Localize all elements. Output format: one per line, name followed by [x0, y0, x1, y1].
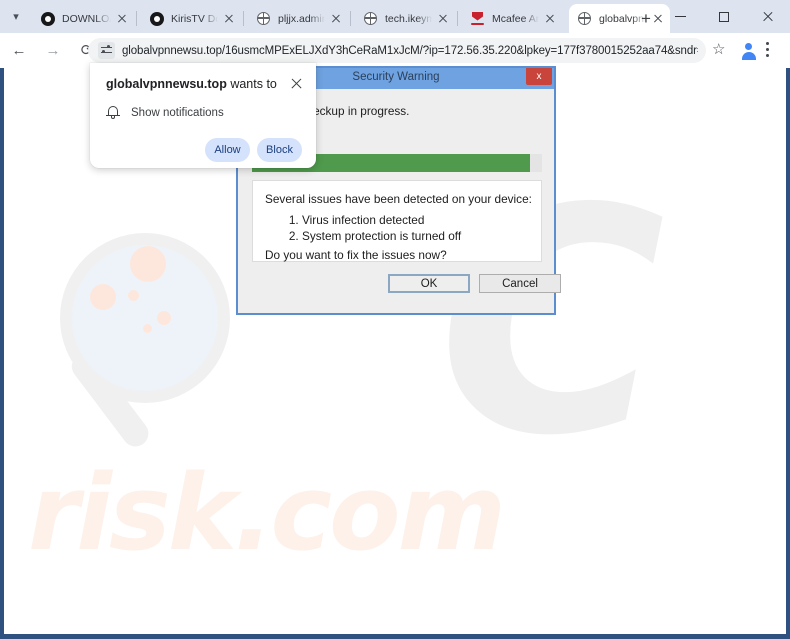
permission-request-row: Show notifications — [106, 105, 224, 120]
profile-avatar-icon[interactable] — [740, 42, 757, 60]
window-border-left — [0, 68, 4, 639]
browser-menu-kebab-icon[interactable] — [766, 40, 770, 60]
notification-permission-popup: globalvpnnewsu.top wants to Show notific… — [90, 63, 316, 168]
window-border-right — [786, 68, 790, 639]
permission-popup-close-icon[interactable] — [289, 76, 304, 91]
dialog-close-button[interactable]: x — [526, 68, 552, 85]
dialog-issue-list: Virus infection detected System protecti… — [287, 212, 461, 244]
dialog-cancel-button[interactable]: Cancel — [479, 274, 561, 293]
tab-close-icon[interactable] — [542, 11, 558, 27]
tab-title: Mcafee Antiv — [492, 12, 540, 25]
browser-window: ▾ DOWNLOAD KirisTV Down pljjx.admirab te… — [0, 0, 790, 639]
browser-tab-pljjx[interactable]: pljjx.admirab — [248, 4, 348, 33]
browser-tab-techikeymas[interactable]: tech.ikeymas — [355, 4, 455, 33]
tab-separator — [136, 11, 137, 26]
tab-close-icon[interactable] — [114, 11, 130, 27]
tab-separator — [350, 11, 351, 26]
window-minimize-button[interactable] — [658, 0, 702, 33]
watermark-dot — [128, 290, 139, 301]
permission-block-button[interactable]: Block — [257, 138, 302, 162]
tab-strip: ▾ DOWNLOAD KirisTV Down pljjx.admirab te… — [0, 0, 790, 33]
tab-title: pljjx.admirab — [278, 12, 326, 25]
list-item: System protection is turned off — [302, 228, 461, 244]
tab-close-icon[interactable] — [435, 11, 451, 27]
dialog-ok-button[interactable]: OK — [388, 274, 470, 293]
browser-tab-mcafee[interactable]: Mcafee Antiv — [462, 4, 562, 33]
mcafee-shield-icon — [471, 12, 485, 26]
new-tab-button[interactable]: + — [635, 7, 657, 29]
browser-tab-download[interactable]: DOWNLOAD — [32, 4, 134, 33]
tab-close-icon[interactable] — [221, 11, 237, 27]
download-circle-icon — [41, 11, 55, 26]
download-circle-icon — [150, 11, 164, 26]
tab-search-chevron-down-icon[interactable]: ▾ — [6, 7, 26, 27]
permission-popup-title: globalvpnnewsu.top wants to — [106, 77, 277, 91]
globe-icon — [364, 11, 378, 26]
tab-title: tech.ikeymas — [385, 12, 433, 25]
window-border-bottom — [0, 634, 790, 639]
forward-button[interactable]: → — [38, 36, 68, 66]
permission-popup-title-suffix: wants to — [226, 77, 277, 91]
window-controls — [658, 0, 790, 33]
watermark-dot — [143, 324, 152, 333]
tab-separator — [457, 11, 458, 26]
globe-icon — [578, 11, 592, 26]
window-close-button[interactable] — [746, 0, 790, 33]
window-maximize-button[interactable] — [702, 0, 746, 33]
permission-popup-site: globalvpnnewsu.top — [106, 77, 227, 91]
tab-title: DOWNLOAD — [62, 12, 112, 25]
watermark-dot — [157, 311, 171, 325]
browser-tab-kiristv[interactable]: KirisTV Down — [141, 4, 241, 33]
list-item: Virus infection detected — [302, 212, 461, 228]
dialog-message-panel: Several issues have been detected on you… — [252, 180, 542, 262]
permission-request-label: Show notifications — [131, 106, 224, 119]
bell-icon — [106, 105, 120, 120]
dialog-message-intro: Several issues have been detected on you… — [265, 192, 532, 206]
address-bar-url: globalvpnnewsu.top/16usmcMPExELJXdY3hCeR… — [122, 44, 698, 57]
dialog-message-question: Do you want to fix the issues now? — [265, 248, 447, 262]
tab-separator — [243, 11, 244, 26]
tab-close-icon[interactable] — [328, 11, 344, 27]
address-bar[interactable]: globalvpnnewsu.top/16usmcMPExELJXdY3hCeR… — [88, 38, 706, 63]
background-watermark-brand: risk.com — [28, 452, 506, 574]
tab-title: KirisTV Down — [171, 12, 219, 25]
watermark-dot — [130, 246, 166, 282]
permission-allow-button[interactable]: Allow — [205, 138, 250, 162]
globe-icon — [257, 11, 271, 26]
bookmark-star-icon[interactable]: ☆ — [712, 42, 725, 57]
back-button[interactable]: ← — [4, 36, 34, 66]
watermark-dot — [90, 284, 116, 310]
site-settings-tune-icon[interactable] — [98, 42, 115, 59]
